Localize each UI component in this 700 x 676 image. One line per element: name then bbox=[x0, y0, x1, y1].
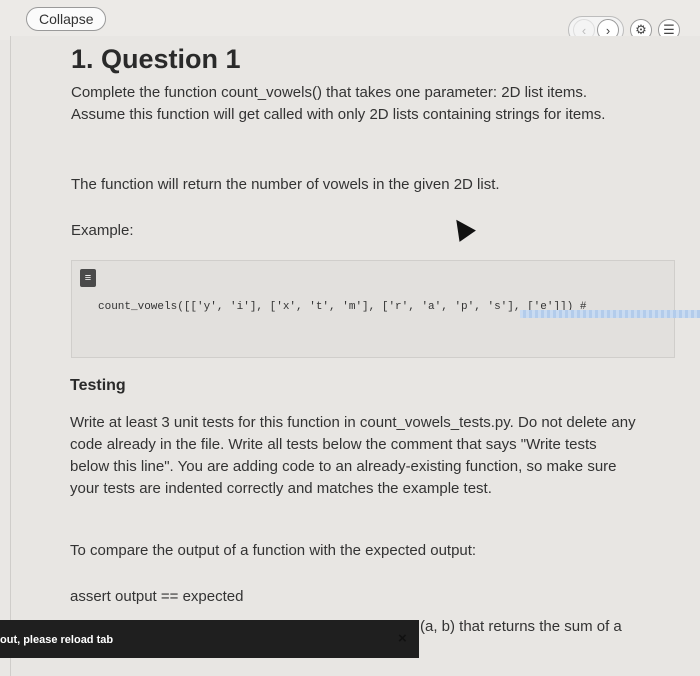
testing-heading: Testing bbox=[70, 377, 126, 394]
example-label: Example: bbox=[71, 222, 134, 239]
return-description: The function will return the number of v… bbox=[71, 176, 500, 193]
question-panel: 1. Question 1 Complete the function coun… bbox=[10, 36, 700, 676]
top-toolbar: Collapse ‹ › ⚙ ☰ bbox=[0, 0, 700, 44]
toast-close-icon[interactable]: × bbox=[398, 630, 407, 647]
testing-instructions: Write at least 3 unit tests for this fun… bbox=[70, 414, 636, 497]
collapse-button[interactable]: Collapse bbox=[26, 7, 107, 31]
example-code-block: ≡ count_vowels([['y', 'i'], ['x', 't', '… bbox=[71, 260, 675, 358]
toast-message: out, please reload tab bbox=[0, 634, 114, 646]
clipboard-icon[interactable]: ≡ bbox=[80, 269, 96, 287]
reload-toast: out, please reload tab bbox=[0, 620, 419, 658]
example-code: count_vowels([['y', 'i'], ['x', 't', 'm'… bbox=[98, 301, 587, 313]
assert-example: assert output == expected bbox=[70, 588, 244, 605]
trailing-text: (a, b) that returns the sum of a bbox=[420, 618, 622, 635]
highlight-stripe bbox=[520, 310, 700, 318]
question-title: 1. Question 1 bbox=[71, 44, 241, 74]
compare-instructions: To compare the output of a function with… bbox=[70, 542, 477, 559]
question-description: Complete the function count_vowels() tha… bbox=[71, 84, 606, 123]
